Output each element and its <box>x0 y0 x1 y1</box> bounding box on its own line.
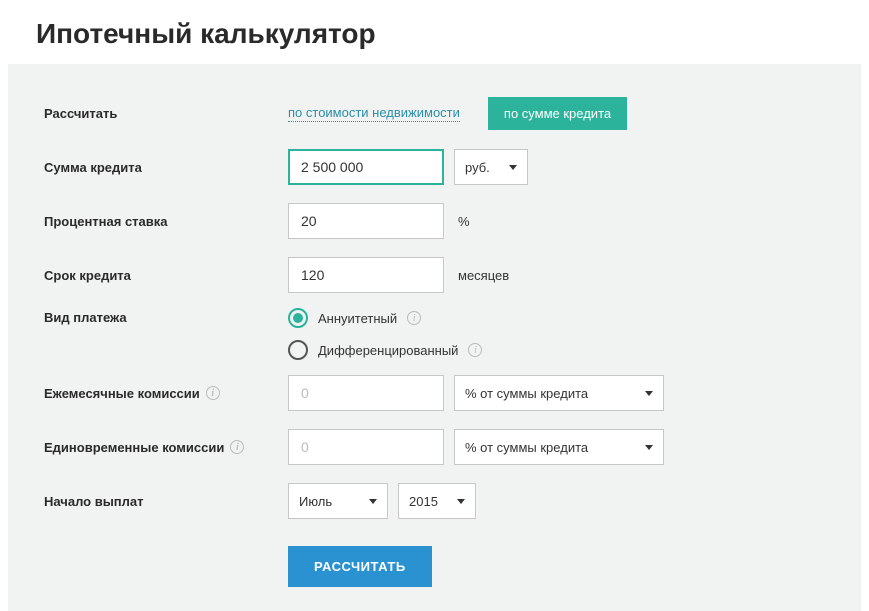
info-icon[interactable]: i <box>230 440 244 454</box>
monthly-fee-type-value: % от суммы кредита <box>465 386 588 401</box>
loan-term-input[interactable] <box>288 257 444 293</box>
chevron-down-icon <box>369 499 377 504</box>
radio-annuity[interactable]: Аннуитетный i <box>288 308 482 328</box>
label-onetime-fees: Единовременные комиссии <box>44 440 224 455</box>
loan-sum-input[interactable] <box>288 149 444 185</box>
onetime-fee-type-value: % от суммы кредита <box>465 440 588 455</box>
label-loan-sum: Сумма кредита <box>44 160 288 175</box>
chevron-down-icon <box>645 391 653 396</box>
row-interest-rate: Процентная ставка % <box>8 194 861 248</box>
monthly-fee-type-select[interactable]: % от суммы кредита <box>454 375 664 411</box>
currency-value: руб. <box>465 160 490 175</box>
info-icon[interactable]: i <box>206 386 220 400</box>
start-month-select[interactable]: Июль <box>288 483 388 519</box>
row-payout-start: Начало выплат Июль 2015 <box>8 474 861 528</box>
info-icon[interactable]: i <box>407 311 421 325</box>
radio-icon-unchecked <box>288 340 308 360</box>
chevron-down-icon <box>509 165 517 170</box>
label-monthly-fees: Ежемесячные комиссии <box>44 386 200 401</box>
row-loan-term: Срок кредита месяцев <box>8 248 861 302</box>
start-year-select[interactable]: 2015 <box>398 483 476 519</box>
unit-percent: % <box>458 214 470 229</box>
chevron-down-icon <box>645 445 653 450</box>
page-title: Ипотечный калькулятор <box>0 0 869 64</box>
label-interest-rate: Процентная ставка <box>44 214 288 229</box>
row-loan-sum: Сумма кредита руб. <box>8 140 861 194</box>
radio-differentiated[interactable]: Дифференцированный i <box>288 340 482 360</box>
label-loan-term: Срок кредита <box>44 268 288 283</box>
onetime-fee-type-select[interactable]: % от суммы кредита <box>454 429 664 465</box>
label-calculate: Рассчитать <box>44 106 288 121</box>
calculate-button[interactable]: РАССЧИТАТЬ <box>288 546 432 587</box>
start-month-value: Июль <box>299 494 332 509</box>
tab-by-property-value[interactable]: по стоимости недвижимости <box>288 105 460 122</box>
unit-months: месяцев <box>458 268 509 283</box>
label-payout-start: Начало выплат <box>44 494 288 509</box>
tabs-group: по стоимости недвижимости по сумме креди… <box>288 97 627 130</box>
row-onetime-fees: Единовременные комиссии i % от суммы кре… <box>8 420 861 474</box>
radio-label-annuity: Аннуитетный <box>318 311 397 326</box>
chevron-down-icon <box>457 499 465 504</box>
interest-rate-input[interactable] <box>288 203 444 239</box>
row-monthly-fees: Ежемесячные комиссии i % от суммы кредит… <box>8 366 861 420</box>
label-payment-type: Вид платежа <box>44 302 288 325</box>
monthly-fees-input[interactable] <box>288 375 444 411</box>
calculator-form: Рассчитать по стоимости недвижимости по … <box>8 64 861 611</box>
row-calculate-mode: Рассчитать по стоимости недвижимости по … <box>8 86 861 140</box>
tab-by-loan-amount[interactable]: по сумме кредита <box>488 97 627 130</box>
start-year-value: 2015 <box>409 494 438 509</box>
radio-icon-checked <box>288 308 308 328</box>
onetime-fees-input[interactable] <box>288 429 444 465</box>
row-payment-type: Вид платежа Аннуитетный i Дифференцирова… <box>8 302 861 366</box>
payment-type-radio-group: Аннуитетный i Дифференцированный i <box>288 302 482 366</box>
radio-label-differentiated: Дифференцированный <box>318 343 458 358</box>
info-icon[interactable]: i <box>468 343 482 357</box>
row-submit: РАССЧИТАТЬ <box>8 528 861 611</box>
currency-select[interactable]: руб. <box>454 149 528 185</box>
